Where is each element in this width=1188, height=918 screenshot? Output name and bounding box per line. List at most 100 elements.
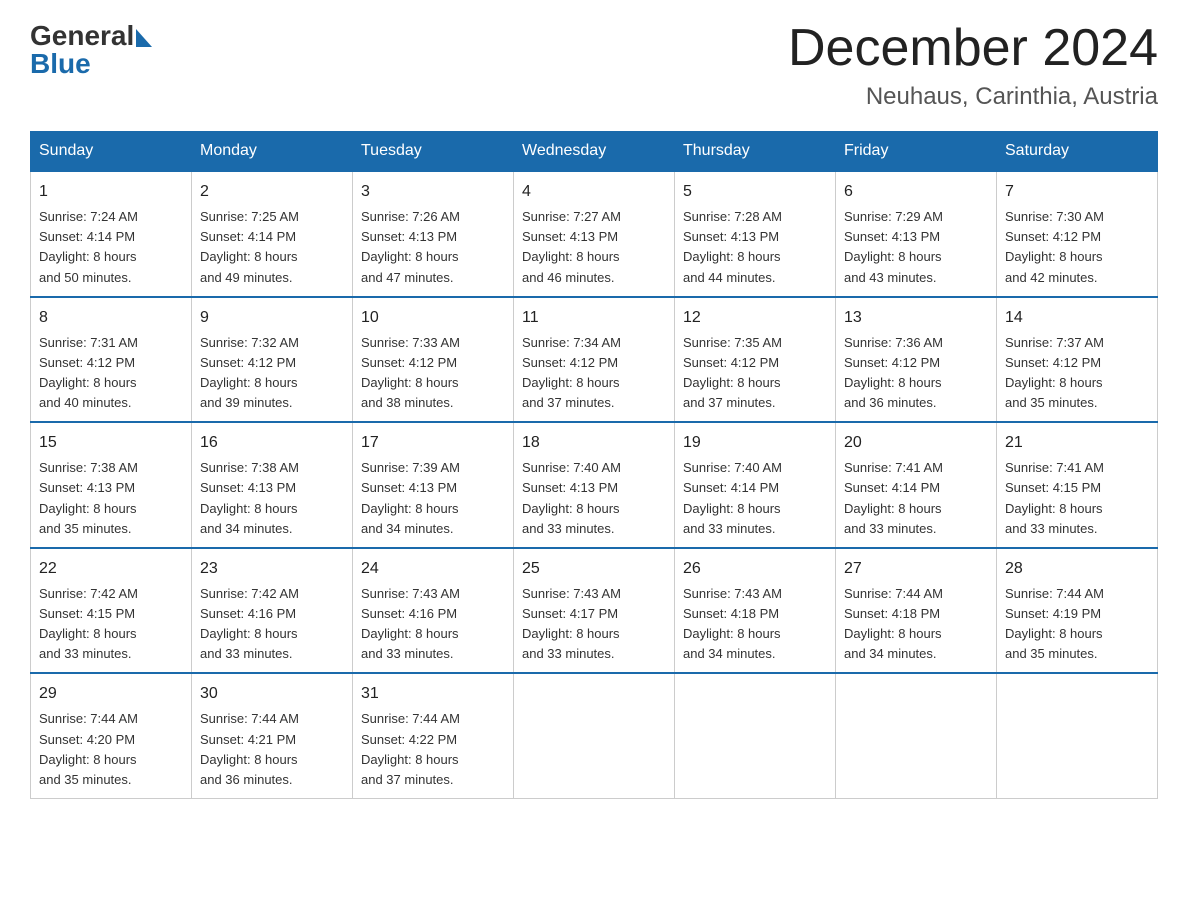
calendar-cell: 21 Sunrise: 7:41 AMSunset: 4:15 PMDayligh…	[997, 422, 1158, 548]
day-number: 31	[361, 682, 505, 706]
calendar-cell: 20 Sunrise: 7:41 AMSunset: 4:14 PMDayligh…	[836, 422, 997, 548]
day-info: Sunrise: 7:27 AMSunset: 4:13 PMDaylight:…	[522, 207, 666, 288]
calendar-cell: 28 Sunrise: 7:44 AMSunset: 4:19 PMDayligh…	[997, 548, 1158, 674]
day-info: Sunrise: 7:35 AMSunset: 4:12 PMDaylight:…	[683, 333, 827, 414]
day-number: 1	[39, 180, 183, 204]
day-number: 3	[361, 180, 505, 204]
calendar-cell: 23 Sunrise: 7:42 AMSunset: 4:16 PMDayligh…	[192, 548, 353, 674]
calendar-body: 1 Sunrise: 7:24 AMSunset: 4:14 PMDaylight…	[31, 171, 1158, 798]
calendar-week-5: 29 Sunrise: 7:44 AMSunset: 4:20 PMDayligh…	[31, 673, 1158, 798]
calendar-week-4: 22Sunrise: 7:42 AMSunset: 4:15 PMDayligh…	[31, 548, 1158, 674]
logo: General Blue	[30, 20, 152, 80]
calendar-cell: 14 Sunrise: 7:37 AMSunset: 4:12 PMDayligh…	[997, 297, 1158, 423]
day-number: 29	[39, 682, 183, 706]
weekday-header-friday: Friday	[836, 132, 997, 172]
calendar-cell: 1 Sunrise: 7:24 AMSunset: 4:14 PMDaylight…	[31, 171, 192, 297]
calendar-cell: 3Sunrise: 7:26 AMSunset: 4:13 PMDaylight…	[353, 171, 514, 297]
calendar-cell: 31 Sunrise: 7:44 AMSunset: 4:22 PMDayligh…	[353, 673, 514, 798]
day-number: 26	[683, 557, 827, 581]
calendar-cell	[675, 673, 836, 798]
calendar-cell: 5 Sunrise: 7:28 AMSunset: 4:13 PMDaylight…	[675, 171, 836, 297]
calendar-cell: 12 Sunrise: 7:35 AMSunset: 4:12 PMDayligh…	[675, 297, 836, 423]
day-info: Sunrise: 7:31 AMSunset: 4:12 PMDaylight:…	[39, 333, 183, 414]
day-number: 28	[1005, 557, 1149, 581]
weekday-header-tuesday: Tuesday	[353, 132, 514, 172]
calendar-cell	[836, 673, 997, 798]
day-info: Sunrise: 7:25 AMSunset: 4:14 PMDaylight:…	[200, 207, 344, 288]
day-info: Sunrise: 7:43 AMSunset: 4:18 PMDaylight:…	[683, 584, 827, 665]
calendar-cell: 30 Sunrise: 7:44 AMSunset: 4:21 PMDayligh…	[192, 673, 353, 798]
day-info: Sunrise: 7:38 AMSunset: 4:13 PMDaylight:…	[39, 458, 183, 539]
day-info: Sunrise: 7:43 AMSunset: 4:16 PMDaylight:…	[361, 584, 505, 665]
calendar-cell: 6 Sunrise: 7:29 AMSunset: 4:13 PMDaylight…	[836, 171, 997, 297]
calendar-cell	[514, 673, 675, 798]
day-info: Sunrise: 7:24 AMSunset: 4:14 PMDaylight:…	[39, 207, 183, 288]
day-number: 14	[1005, 306, 1149, 330]
calendar-cell: 4 Sunrise: 7:27 AMSunset: 4:13 PMDaylight…	[514, 171, 675, 297]
day-number: 8	[39, 306, 183, 330]
weekday-header-wednesday: Wednesday	[514, 132, 675, 172]
calendar-cell: 2 Sunrise: 7:25 AMSunset: 4:14 PMDaylight…	[192, 171, 353, 297]
day-info: Sunrise: 7:39 AMSunset: 4:13 PMDaylight:…	[361, 458, 505, 539]
day-number: 22	[39, 557, 183, 581]
month-title: December 2024	[788, 20, 1158, 77]
day-info: Sunrise: 7:34 AMSunset: 4:12 PMDaylight:…	[522, 333, 666, 414]
weekday-header-sunday: Sunday	[31, 132, 192, 172]
calendar-cell: 25 Sunrise: 7:43 AMSunset: 4:17 PMDayligh…	[514, 548, 675, 674]
day-info: Sunrise: 7:41 AMSunset: 4:14 PMDaylight:…	[844, 458, 988, 539]
calendar-cell: 27Sunrise: 7:44 AMSunset: 4:18 PMDayligh…	[836, 548, 997, 674]
weekday-row: SundayMondayTuesdayWednesdayThursdayFrid…	[31, 132, 1158, 172]
calendar-cell: 11Sunrise: 7:34 AMSunset: 4:12 PMDayligh…	[514, 297, 675, 423]
day-info: Sunrise: 7:32 AMSunset: 4:12 PMDaylight:…	[200, 333, 344, 414]
calendar-week-2: 8 Sunrise: 7:31 AMSunset: 4:12 PMDaylight…	[31, 297, 1158, 423]
calendar-cell: 22Sunrise: 7:42 AMSunset: 4:15 PMDayligh…	[31, 548, 192, 674]
day-info: Sunrise: 7:40 AMSunset: 4:13 PMDaylight:…	[522, 458, 666, 539]
day-info: Sunrise: 7:36 AMSunset: 4:12 PMDaylight:…	[844, 333, 988, 414]
day-number: 15	[39, 431, 183, 455]
day-number: 18	[522, 431, 666, 455]
day-number: 21	[1005, 431, 1149, 455]
day-number: 24	[361, 557, 505, 581]
day-info: Sunrise: 7:44 AMSunset: 4:22 PMDaylight:…	[361, 709, 505, 790]
calendar-cell: 26 Sunrise: 7:43 AMSunset: 4:18 PMDayligh…	[675, 548, 836, 674]
day-number: 10	[361, 306, 505, 330]
day-number: 20	[844, 431, 988, 455]
day-info: Sunrise: 7:29 AMSunset: 4:13 PMDaylight:…	[844, 207, 988, 288]
calendar-cell: 7 Sunrise: 7:30 AMSunset: 4:12 PMDaylight…	[997, 171, 1158, 297]
day-info: Sunrise: 7:44 AMSunset: 4:20 PMDaylight:…	[39, 709, 183, 790]
day-number: 23	[200, 557, 344, 581]
weekday-header-saturday: Saturday	[997, 132, 1158, 172]
day-info: Sunrise: 7:30 AMSunset: 4:12 PMDaylight:…	[1005, 207, 1149, 288]
day-number: 4	[522, 180, 666, 204]
header: General Blue December 2024 Neuhaus, Cari…	[30, 20, 1158, 111]
day-number: 27	[844, 557, 988, 581]
calendar-table: SundayMondayTuesdayWednesdayThursdayFrid…	[30, 131, 1158, 799]
calendar-cell	[997, 673, 1158, 798]
day-number: 5	[683, 180, 827, 204]
day-info: Sunrise: 7:41 AMSunset: 4:15 PMDaylight:…	[1005, 458, 1149, 539]
day-info: Sunrise: 7:43 AMSunset: 4:17 PMDaylight:…	[522, 584, 666, 665]
calendar-cell: 29 Sunrise: 7:44 AMSunset: 4:20 PMDayligh…	[31, 673, 192, 798]
day-number: 12	[683, 306, 827, 330]
day-number: 17	[361, 431, 505, 455]
day-number: 9	[200, 306, 344, 330]
weekday-header-thursday: Thursday	[675, 132, 836, 172]
day-info: Sunrise: 7:33 AMSunset: 4:12 PMDaylight:…	[361, 333, 505, 414]
day-number: 7	[1005, 180, 1149, 204]
logo-triangle-icon	[136, 29, 152, 47]
day-number: 25	[522, 557, 666, 581]
day-number: 6	[844, 180, 988, 204]
logo-blue-text: Blue	[30, 48, 91, 80]
day-info: Sunrise: 7:40 AMSunset: 4:14 PMDaylight:…	[683, 458, 827, 539]
calendar-cell: 13Sunrise: 7:36 AMSunset: 4:12 PMDayligh…	[836, 297, 997, 423]
day-info: Sunrise: 7:37 AMSunset: 4:12 PMDaylight:…	[1005, 333, 1149, 414]
day-info: Sunrise: 7:44 AMSunset: 4:19 PMDaylight:…	[1005, 584, 1149, 665]
day-info: Sunrise: 7:28 AMSunset: 4:13 PMDaylight:…	[683, 207, 827, 288]
day-info: Sunrise: 7:42 AMSunset: 4:16 PMDaylight:…	[200, 584, 344, 665]
calendar-week-1: 1 Sunrise: 7:24 AMSunset: 4:14 PMDaylight…	[31, 171, 1158, 297]
calendar-cell: 17 Sunrise: 7:39 AMSunset: 4:13 PMDayligh…	[353, 422, 514, 548]
calendar-cell: 24 Sunrise: 7:43 AMSunset: 4:16 PMDayligh…	[353, 548, 514, 674]
day-info: Sunrise: 7:44 AMSunset: 4:21 PMDaylight:…	[200, 709, 344, 790]
day-number: 2	[200, 180, 344, 204]
day-number: 30	[200, 682, 344, 706]
